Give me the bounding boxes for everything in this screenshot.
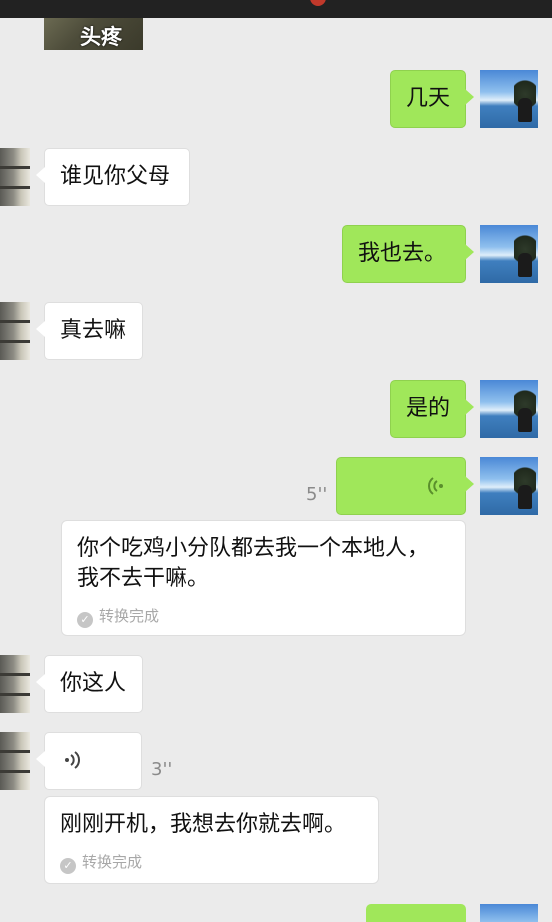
self-avatar[interactable]	[480, 457, 538, 515]
sent-message-bubble[interactable]: 几天	[390, 70, 474, 128]
voice-transcript[interactable]: 刚刚开机，我想去你就去啊。 ✓ 转换完成	[44, 796, 379, 884]
status-dot	[310, 0, 326, 6]
voice-transcript[interactable]: 你个吃鸡小分队都去我一个本地人， 我不去干嘛。 ✓ 转换完成	[61, 520, 466, 636]
status-bar	[0, 0, 552, 18]
contact-avatar[interactable]	[0, 302, 30, 360]
sent-message-bubble-partial[interactable]	[366, 904, 466, 922]
received-message-bubble[interactable]: 你这人	[36, 655, 143, 713]
message-text: 真去嘛	[60, 318, 127, 343]
voice-duration: 5''	[306, 484, 328, 505]
sent-message-bubble[interactable]: 我也去。	[342, 225, 474, 283]
message-text: 你这人	[60, 671, 127, 696]
received-message-bubble[interactable]: 真去嘛	[36, 302, 143, 360]
voice-wave-icon	[59, 748, 83, 772]
message-text: 我也去。	[358, 241, 447, 266]
voice-duration: 3''	[151, 759, 173, 780]
transcript-status: ✓ 转换完成	[60, 851, 142, 874]
contact-avatar[interactable]	[0, 655, 30, 713]
received-message-bubble[interactable]: 谁见你父母	[36, 148, 190, 206]
self-avatar-partial[interactable]	[480, 904, 538, 922]
message-text: 几天	[406, 86, 451, 111]
contact-avatar[interactable]	[0, 732, 30, 790]
check-icon: ✓	[77, 612, 93, 628]
self-avatar[interactable]	[480, 70, 538, 128]
self-avatar[interactable]	[480, 380, 538, 438]
voice-message-bubble[interactable]	[36, 732, 142, 790]
sticker-message[interactable]: 头疼	[44, 18, 143, 50]
sent-message-bubble[interactable]: 是的	[390, 380, 474, 438]
voice-message-bubble[interactable]	[336, 457, 474, 515]
sticker-caption: 头疼	[80, 25, 122, 49]
contact-avatar[interactable]	[0, 148, 30, 206]
voice-wave-icon	[425, 474, 449, 498]
transcript-text: 刚刚开机，我想去你就去啊。	[60, 812, 347, 837]
transcript-status: ✓ 转换完成	[77, 605, 159, 628]
check-icon: ✓	[60, 858, 76, 874]
message-text: 是的	[406, 396, 451, 421]
transcript-text: 你个吃鸡小分队都去我一个本地人， 我不去干嘛。	[77, 536, 430, 591]
message-text: 谁见你父母	[60, 164, 171, 189]
self-avatar[interactable]	[480, 225, 538, 283]
